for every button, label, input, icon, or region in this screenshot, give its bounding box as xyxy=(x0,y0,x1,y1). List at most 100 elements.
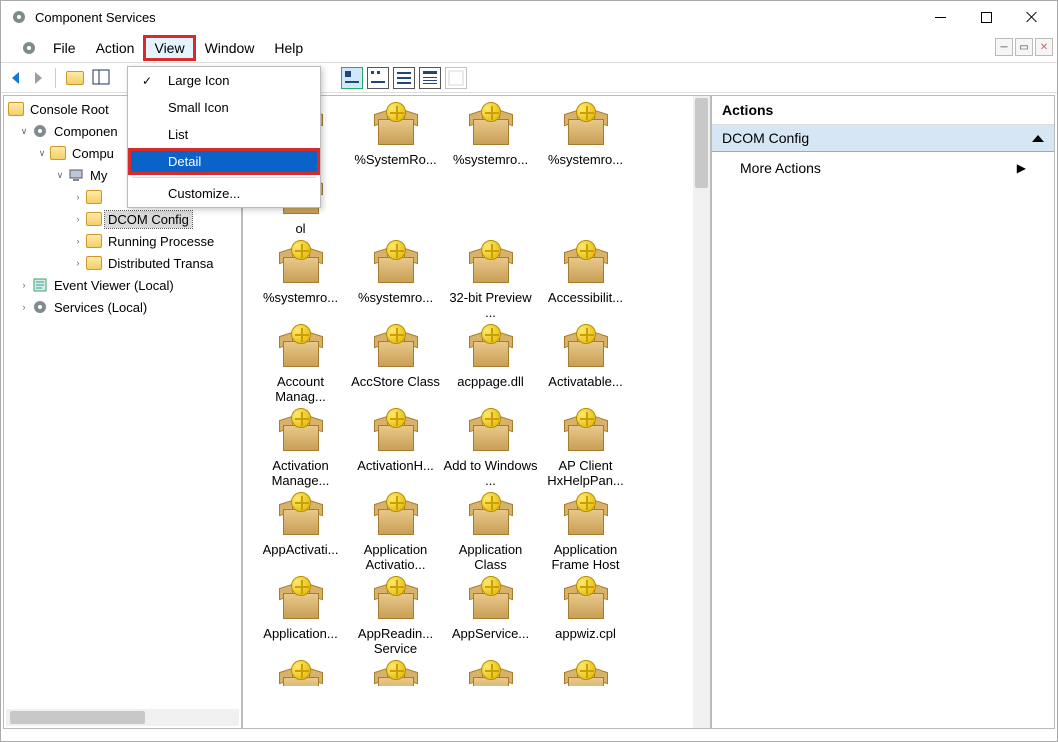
com-component-icon xyxy=(372,102,420,150)
list-item[interactable] xyxy=(253,660,348,686)
minimize-button[interactable] xyxy=(917,2,963,32)
list-item[interactable] xyxy=(443,171,538,236)
back-button[interactable] xyxy=(7,69,25,87)
list-item[interactable]: Add to Windows ... xyxy=(443,408,538,488)
list-item[interactable] xyxy=(538,660,633,686)
list-vertical-scrollbar[interactable] xyxy=(693,96,710,728)
list-item[interactable]: Application... xyxy=(253,576,348,656)
list-item-label: Add to Windows ... xyxy=(443,458,538,488)
com-component-icon xyxy=(562,408,610,456)
list-item-label: Application... xyxy=(263,626,337,641)
com-component-icon xyxy=(467,408,515,456)
action-label: More Actions xyxy=(740,160,821,176)
list-item-label: Application Class xyxy=(443,542,538,572)
app-menu-icon xyxy=(21,40,37,56)
view-small-icons-button[interactable] xyxy=(367,67,389,89)
forward-button[interactable] xyxy=(29,69,47,87)
tree-node-services[interactable]: ›Services (Local) xyxy=(4,296,241,318)
tree-horizontal-scrollbar[interactable] xyxy=(6,709,239,726)
list-item[interactable]: 32-bit Preview ... xyxy=(443,240,538,320)
actions-header: Actions xyxy=(712,96,1054,125)
menu-action[interactable]: Action xyxy=(86,36,145,60)
list-item-label: Accessibilit... xyxy=(548,290,623,305)
list-item[interactable]: %systemro... xyxy=(253,240,348,320)
computer-icon xyxy=(68,167,84,183)
menu-view[interactable]: View xyxy=(144,36,194,60)
list-item-label: %systemro... xyxy=(358,290,433,305)
com-component-icon xyxy=(467,324,515,372)
com-component-icon xyxy=(372,408,420,456)
list-item-label: ol xyxy=(295,221,305,236)
mdi-minimize-button[interactable]: ─ xyxy=(995,38,1013,56)
com-component-icon xyxy=(562,492,610,540)
view-menu-large-icon[interactable]: ✓Large Icon xyxy=(128,67,320,94)
list-item[interactable]: Application Frame Host xyxy=(538,492,633,572)
com-component-icon xyxy=(277,492,325,540)
list-item[interactable]: %systemro... xyxy=(538,102,633,167)
list-item-label: AppActivati... xyxy=(263,542,339,557)
mdi-close-button[interactable]: ✕ xyxy=(1035,38,1053,56)
app-icon xyxy=(11,9,27,25)
maximize-button[interactable] xyxy=(963,2,1009,32)
view-detail-button[interactable] xyxy=(419,67,441,89)
tree-node-running-processes[interactable]: ›Running Processe xyxy=(4,230,241,252)
menu-window[interactable]: Window xyxy=(195,36,265,60)
list-item-label: AccStore Class xyxy=(351,374,440,389)
list-item[interactable]: AppReadin... Service xyxy=(348,576,443,656)
list-item[interactable] xyxy=(348,660,443,686)
com-component-icon xyxy=(277,660,325,686)
com-component-icon xyxy=(467,660,515,686)
list-item-label: appwiz.cpl xyxy=(555,626,616,641)
list-item[interactable]: %systemro... xyxy=(348,240,443,320)
close-button[interactable] xyxy=(1009,2,1055,32)
list-item-label: 32-bit Preview ... xyxy=(443,290,538,320)
list-item[interactable]: AppActivati... xyxy=(253,492,348,572)
list-item[interactable] xyxy=(348,171,443,236)
list-item-label: Account Manag... xyxy=(253,374,348,404)
com-component-icon xyxy=(562,324,610,372)
list-item[interactable] xyxy=(538,171,633,236)
list-item-label: %systemro... xyxy=(453,152,528,167)
list-item-label: %SystemRo... xyxy=(354,152,436,167)
list-item[interactable]: acppage.dll xyxy=(443,324,538,404)
tree-node-event-viewer[interactable]: ›Event Viewer (Local) xyxy=(4,274,241,296)
tree-node-dcom-config[interactable]: ›DCOM Config xyxy=(4,208,241,230)
view-menu-small-icon[interactable]: Small Icon xyxy=(128,94,320,121)
view-menu-detail[interactable]: Detail xyxy=(128,148,320,175)
list-item[interactable]: AP Client HxHelpPan... xyxy=(538,408,633,488)
checkmark-icon: ✓ xyxy=(142,74,152,88)
services-icon xyxy=(32,299,48,315)
mdi-restore-button[interactable]: ▭ xyxy=(1015,38,1033,56)
list-item[interactable]: ActivationH... xyxy=(348,408,443,488)
list-item[interactable]: Accessibilit... xyxy=(538,240,633,320)
list-item-label: AppReadin... Service xyxy=(348,626,443,656)
view-menu-list[interactable]: List xyxy=(128,121,320,148)
list-item[interactable]: %systemro... xyxy=(443,102,538,167)
list-item[interactable]: %SystemRo... xyxy=(348,102,443,167)
up-folder-button[interactable] xyxy=(64,67,86,89)
tree-node-distributed-transactions[interactable]: ›Distributed Transa xyxy=(4,252,241,274)
list-item-label: %systemro... xyxy=(263,290,338,305)
com-component-icon xyxy=(372,576,420,624)
list-item[interactable]: Activatable... xyxy=(538,324,633,404)
list-item[interactable]: AppService... xyxy=(443,576,538,656)
view-list-button[interactable] xyxy=(393,67,415,89)
actions-section-dcom-config[interactable]: DCOM Config xyxy=(712,125,1054,152)
list-item[interactable]: Application Activatio... xyxy=(348,492,443,572)
view-menu-customize[interactable]: Customize... xyxy=(128,180,320,207)
list-item[interactable] xyxy=(443,660,538,686)
show-hide-tree-button[interactable] xyxy=(90,67,112,89)
menu-help[interactable]: Help xyxy=(264,36,313,60)
list-item[interactable]: Account Manag... xyxy=(253,324,348,404)
menu-file[interactable]: File xyxy=(43,36,86,60)
com-component-icon xyxy=(562,102,610,150)
list-item[interactable]: Application Class xyxy=(443,492,538,572)
action-more-actions[interactable]: More Actions ▶ xyxy=(712,152,1054,184)
list-item[interactable]: Activation Manage... xyxy=(253,408,348,488)
list-item[interactable]: AccStore Class xyxy=(348,324,443,404)
view-large-icons-button[interactable] xyxy=(341,67,363,89)
list-item[interactable]: appwiz.cpl xyxy=(538,576,633,656)
com-component-icon xyxy=(467,102,515,150)
titlebar: Component Services xyxy=(1,1,1057,33)
list-item-label: %systemro... xyxy=(548,152,623,167)
